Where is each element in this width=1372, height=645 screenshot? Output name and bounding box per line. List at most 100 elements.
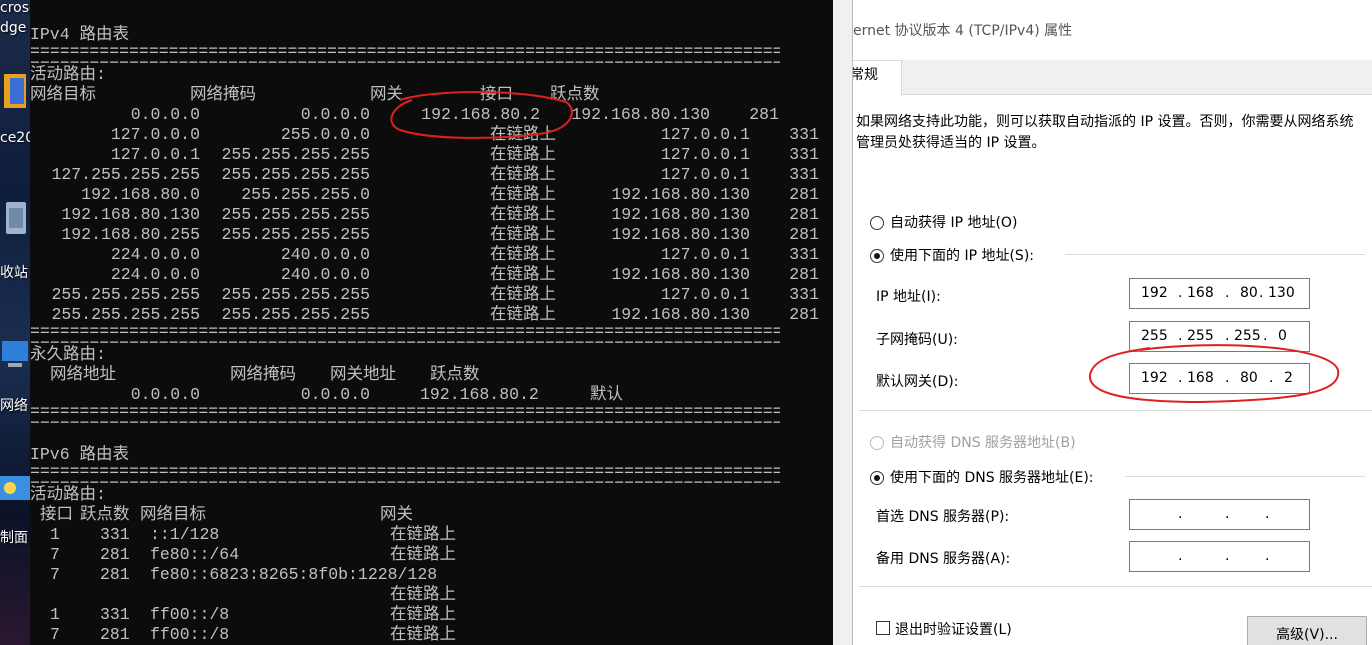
route-gateway: 在链路上 <box>490 185 556 204</box>
route-gateway: 在链路上 <box>490 265 556 284</box>
route-gateway: 在链路上 <box>490 225 556 244</box>
route-destination: ff00::/8 <box>150 605 230 624</box>
column-header: 接口 <box>480 85 513 104</box>
default-gateway-label: 默认网关(D): <box>876 374 959 390</box>
column-header: 网络地址 <box>50 365 116 384</box>
route-interface: 127.0.0.1 <box>660 145 750 164</box>
route-gateway: 在链路上 <box>390 585 456 604</box>
subnet-mask-input[interactable]: 255 . 255 . 255 . 0 <box>1129 321 1310 352</box>
route-metric: 331 <box>100 605 130 624</box>
manual-ip-radio[interactable] <box>870 249 884 263</box>
route-metric: 281 <box>789 205 819 224</box>
route-destination: ff00::/8 <box>150 625 230 644</box>
advanced-button[interactable]: 高级(V)... <box>1247 616 1367 645</box>
auto-dns-label[interactable]: 自动获得 DNS 服务器地址(B) <box>890 432 1076 452</box>
route-interface: 127.0.0.1 <box>660 285 750 304</box>
route-interface: 192.168.80.130 <box>571 105 710 124</box>
route-destination: 0.0.0.0 <box>130 105 200 124</box>
desktop-label: crosc <box>0 0 30 16</box>
default-gateway-input[interactable]: 192 . 168 . 80 . 2 <box>1129 363 1310 394</box>
route-interface: 1 <box>50 605 60 624</box>
desktop-label: 网络 <box>0 398 28 414</box>
route-netmask: 0.0.0.0 <box>300 385 370 404</box>
tab-general[interactable]: 常规 <box>853 60 902 96</box>
route-destination: fe80::/64 <box>150 545 240 564</box>
route-netmask: 255.255.255.0 <box>241 185 370 204</box>
ip-address-input[interactable]: 192 . 168 . 80 . 130 <box>1129 278 1310 309</box>
manual-ip-label[interactable]: 使用下面的 IP 地址(S): <box>890 245 1034 265</box>
validate-label[interactable]: 退出时验证设置(L) <box>895 619 1012 639</box>
route-destination: ::1/128 <box>150 525 220 544</box>
route-destination: 224.0.0.0 <box>110 245 200 264</box>
route-metric: 331 <box>789 165 819 184</box>
column-header: 网络掩码 <box>190 85 256 104</box>
route-gateway: 192.168.80.2 <box>421 105 540 124</box>
dialog-title: ernet 协议版本 4 (TCP/IPv4) 属性 <box>853 23 1073 39</box>
route-destination: 192.168.80.255 <box>61 225 200 244</box>
network-icon[interactable] <box>0 335 30 371</box>
tcp-ipv4-properties-dialog: ernet 协议版本 4 (TCP/IPv4) 属性 常规 如果网络支持此功能，… <box>853 0 1372 645</box>
dns-group-border <box>1125 476 1365 477</box>
route-netmask: 255.0.0.0 <box>280 125 370 144</box>
route-address: 0.0.0.0 <box>130 385 200 404</box>
route-netmask: 255.255.255.255 <box>221 225 370 244</box>
route-destination: 224.0.0.0 <box>110 265 200 284</box>
command-prompt-window[interactable]: IPv4 路由表 ================================… <box>30 0 833 645</box>
route-metric: 331 <box>789 145 819 164</box>
route-gateway: 在链路上 <box>490 125 556 144</box>
route-gateway: 192.168.80.2 <box>420 385 539 404</box>
desktop-label: 收站 <box>0 265 28 281</box>
route-metric: 281 <box>789 185 819 204</box>
route-gateway: 在链路上 <box>390 545 456 564</box>
route-metric: 331 <box>789 125 819 144</box>
desktop-label: dge <box>0 20 27 36</box>
route-metric: 331 <box>100 525 130 544</box>
route-gateway: 在链路上 <box>490 145 556 164</box>
office-app-icon[interactable] <box>0 72 30 108</box>
route-interface: 192.168.80.130 <box>611 305 750 324</box>
separator-line: ========================================… <box>30 465 780 485</box>
column-header: 跃点数 <box>430 365 480 384</box>
control-panel-icon[interactable] <box>0 470 30 506</box>
tab-strip <box>853 60 1372 95</box>
route-interface: 127.0.0.1 <box>660 245 750 264</box>
alternate-dns-label: 备用 DNS 服务器(A): <box>876 551 1011 567</box>
preferred-dns-input[interactable]: . . . <box>1129 499 1310 530</box>
column-header: 网关地址 <box>330 365 396 384</box>
route-gateway: 在链路上 <box>490 205 556 224</box>
dns-group-bottom-border <box>859 586 1372 587</box>
auto-ip-radio[interactable] <box>870 216 884 230</box>
route-metric: 281 <box>789 225 819 244</box>
route-destination: fe80::6823:8265:8f0b:1228/128 <box>150 565 438 584</box>
route-interface: 192.168.80.130 <box>611 185 750 204</box>
section-title: IPv6 路由表 <box>30 445 130 464</box>
auto-ip-label[interactable]: 自动获得 IP 地址(O) <box>890 212 1017 232</box>
ip-address-label: IP 地址(I): <box>876 289 941 305</box>
auto-dns-radio[interactable] <box>870 436 884 450</box>
dialog-description: 如果网络支持此功能，则可以获取自动指派的 IP 设置。否则，你需要从网络系统管理… <box>856 114 1354 151</box>
column-header: 跃点数 <box>550 85 600 104</box>
manual-dns-radio[interactable] <box>870 471 884 485</box>
route-metric: 281 <box>789 265 819 284</box>
section-title: 活动路由: <box>30 65 106 84</box>
route-interface: 192.168.80.130 <box>611 205 750 224</box>
subnet-mask-label: 子网掩码(U): <box>876 332 958 348</box>
route-netmask: 240.0.0.0 <box>280 265 370 284</box>
route-netmask: 255.255.255.255 <box>221 305 370 324</box>
route-destination: 127.0.0.0 <box>110 125 200 144</box>
route-metric: 281 <box>100 565 130 584</box>
route-interface: 192.168.80.130 <box>611 225 750 244</box>
ip-group-bottom-border <box>859 410 1372 411</box>
route-interface: 7 <box>50 545 60 564</box>
route-metric: 331 <box>789 285 819 304</box>
alternate-dns-input[interactable]: . . . <box>1129 541 1310 572</box>
desktop-strip: crosc dge ce20 收站 网络 制面 <box>0 0 30 645</box>
preferred-dns-label: 首选 DNS 服务器(P): <box>876 509 1010 525</box>
validate-checkbox[interactable] <box>876 621 890 635</box>
manual-dns-label[interactable]: 使用下面的 DNS 服务器地址(E): <box>890 467 1094 487</box>
recycle-bin-icon[interactable] <box>0 198 30 234</box>
route-netmask: 255.255.255.255 <box>221 145 370 164</box>
route-netmask: 255.255.255.255 <box>221 205 370 224</box>
route-destination: 255.255.255.255 <box>51 305 200 324</box>
section-title: 活动路由: <box>30 485 106 504</box>
